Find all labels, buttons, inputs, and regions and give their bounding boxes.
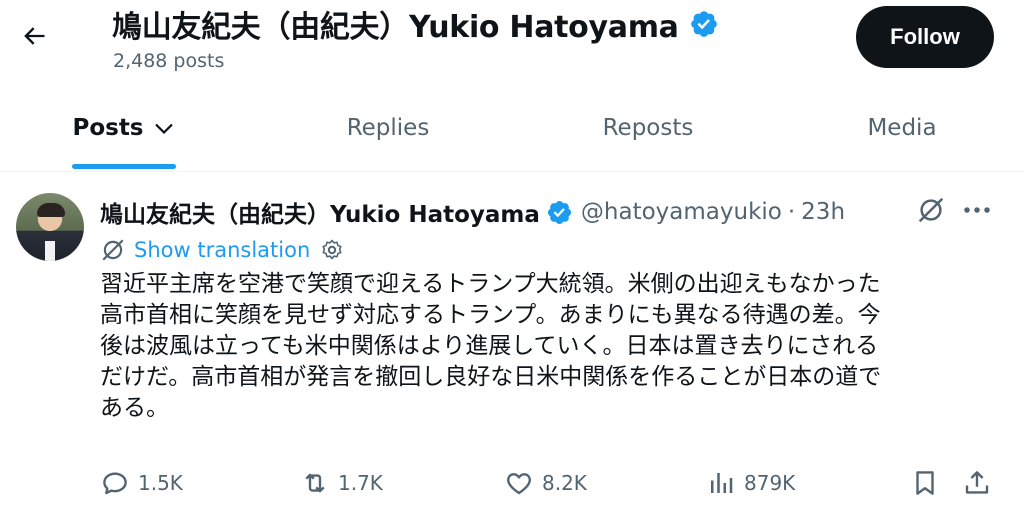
like-count: 8.2K xyxy=(542,471,587,495)
share-icon[interactable] xyxy=(962,467,992,499)
reply-count: 1.5K xyxy=(138,471,183,495)
verified-badge-icon xyxy=(547,200,571,224)
active-tab-indicator xyxy=(72,164,176,169)
back-arrow-icon xyxy=(24,27,45,45)
views-icon xyxy=(711,473,733,493)
chevron-down-icon xyxy=(152,116,176,140)
separator-dot: · xyxy=(787,199,796,225)
header-title-row: 鳩山友紀夫（由紀夫）Yukio Hatoyama xyxy=(112,2,719,46)
profile-page: 鳩山友紀夫（由紀夫）Yukio Hatoyama 2,488 posts Fol… xyxy=(0,0,1024,524)
reply-button[interactable]: 1.5K xyxy=(100,461,183,505)
translate-row: Show translation xyxy=(100,237,344,263)
profile-name: 鳩山友紀夫（由紀夫）Yukio Hatoyama xyxy=(112,10,679,45)
profile-header: 鳩山友紀夫（由紀夫）Yukio Hatoyama 2,488 posts Fol… xyxy=(0,0,1024,84)
tweet-text-line: 高市首相に笑顔を見せず対応するトランプ。あまりにも異なる待遇の差。今 xyxy=(100,302,881,328)
repost-count: 1.7K xyxy=(338,471,383,495)
author-name[interactable]: 鳩山友紀夫（由紀夫）Yukio Hatoyama xyxy=(100,195,540,229)
grok-icon[interactable] xyxy=(916,195,946,225)
back-button[interactable] xyxy=(16,18,52,54)
tweet-text-line: 後は波風は立っても米中関係はより進展していく。日本は置き去りにされる xyxy=(100,333,879,359)
more-icon[interactable] xyxy=(962,197,992,223)
views-count: 879K xyxy=(744,471,796,495)
repost-icon xyxy=(305,473,325,493)
follow-button[interactable]: Follow xyxy=(856,6,994,68)
tweet-text-line: だけだ。高市首相が発言を撤回し良好な日米中関係を作ることが日本の道で xyxy=(100,364,882,390)
bookmark-icon[interactable] xyxy=(910,467,940,499)
tab-replies-label: Replies xyxy=(346,115,430,141)
tweet-text-line: 習近平主席を空港で笑顔で迎えるトランプ大統領。米側の出迎えもなかった xyxy=(100,271,881,297)
timestamp[interactable]: 23h xyxy=(801,199,845,225)
like-button[interactable]: 8.2K xyxy=(504,461,587,505)
views-button[interactable]: 879K xyxy=(706,461,795,505)
translate-icon xyxy=(102,239,124,261)
reply-icon xyxy=(103,472,127,495)
tab-reposts[interactable]: Reposts xyxy=(588,84,708,172)
tweet-actions: 1.5K 1.7K 8.2K 879K xyxy=(0,461,1024,505)
profile-tabs: Posts Replies Reposts Media xyxy=(0,84,1024,172)
verified-badge-icon xyxy=(690,11,717,37)
gear-icon[interactable] xyxy=(320,238,344,262)
tab-reposts-label: Reposts xyxy=(602,115,694,141)
tab-posts-label: Posts xyxy=(72,115,144,141)
tweet-text: 習近平主席を空港で笑顔で迎えるトランプ大統領。米側の出迎えもなかった 高市首相に… xyxy=(100,269,1000,424)
tab-posts[interactable]: Posts xyxy=(72,84,176,172)
tweet-header: 鳩山友紀夫（由紀夫）Yukio Hatoyama @hatoyamayukio … xyxy=(100,195,1024,229)
like-icon xyxy=(507,473,531,495)
tab-media[interactable]: Media xyxy=(856,84,948,172)
avatar-shirt xyxy=(45,241,55,261)
show-translation-link[interactable]: Show translation xyxy=(134,238,310,262)
tweet-text-line: ある。 xyxy=(100,395,169,421)
tab-replies[interactable]: Replies xyxy=(330,84,446,172)
author-handle[interactable]: @hatoyamayukio xyxy=(581,199,782,225)
tab-media-label: Media xyxy=(867,115,937,141)
tweet[interactable]: 鳩山友紀夫（由紀夫）Yukio Hatoyama @hatoyamayukio … xyxy=(0,173,1024,524)
repost-button[interactable]: 1.7K xyxy=(300,461,383,505)
avatar[interactable] xyxy=(16,193,84,261)
avatar-hair xyxy=(37,203,65,217)
post-count: 2,488 posts xyxy=(113,50,225,72)
